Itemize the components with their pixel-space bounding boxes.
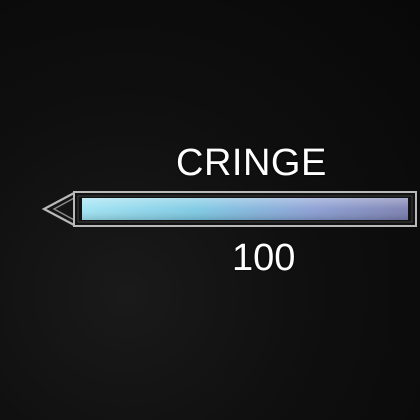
stat-hud: CRINGE 100 <box>0 0 420 420</box>
arrow-left-icon <box>41 191 79 227</box>
stat-meter <box>41 191 417 227</box>
stat-value: 100 <box>232 237 296 279</box>
